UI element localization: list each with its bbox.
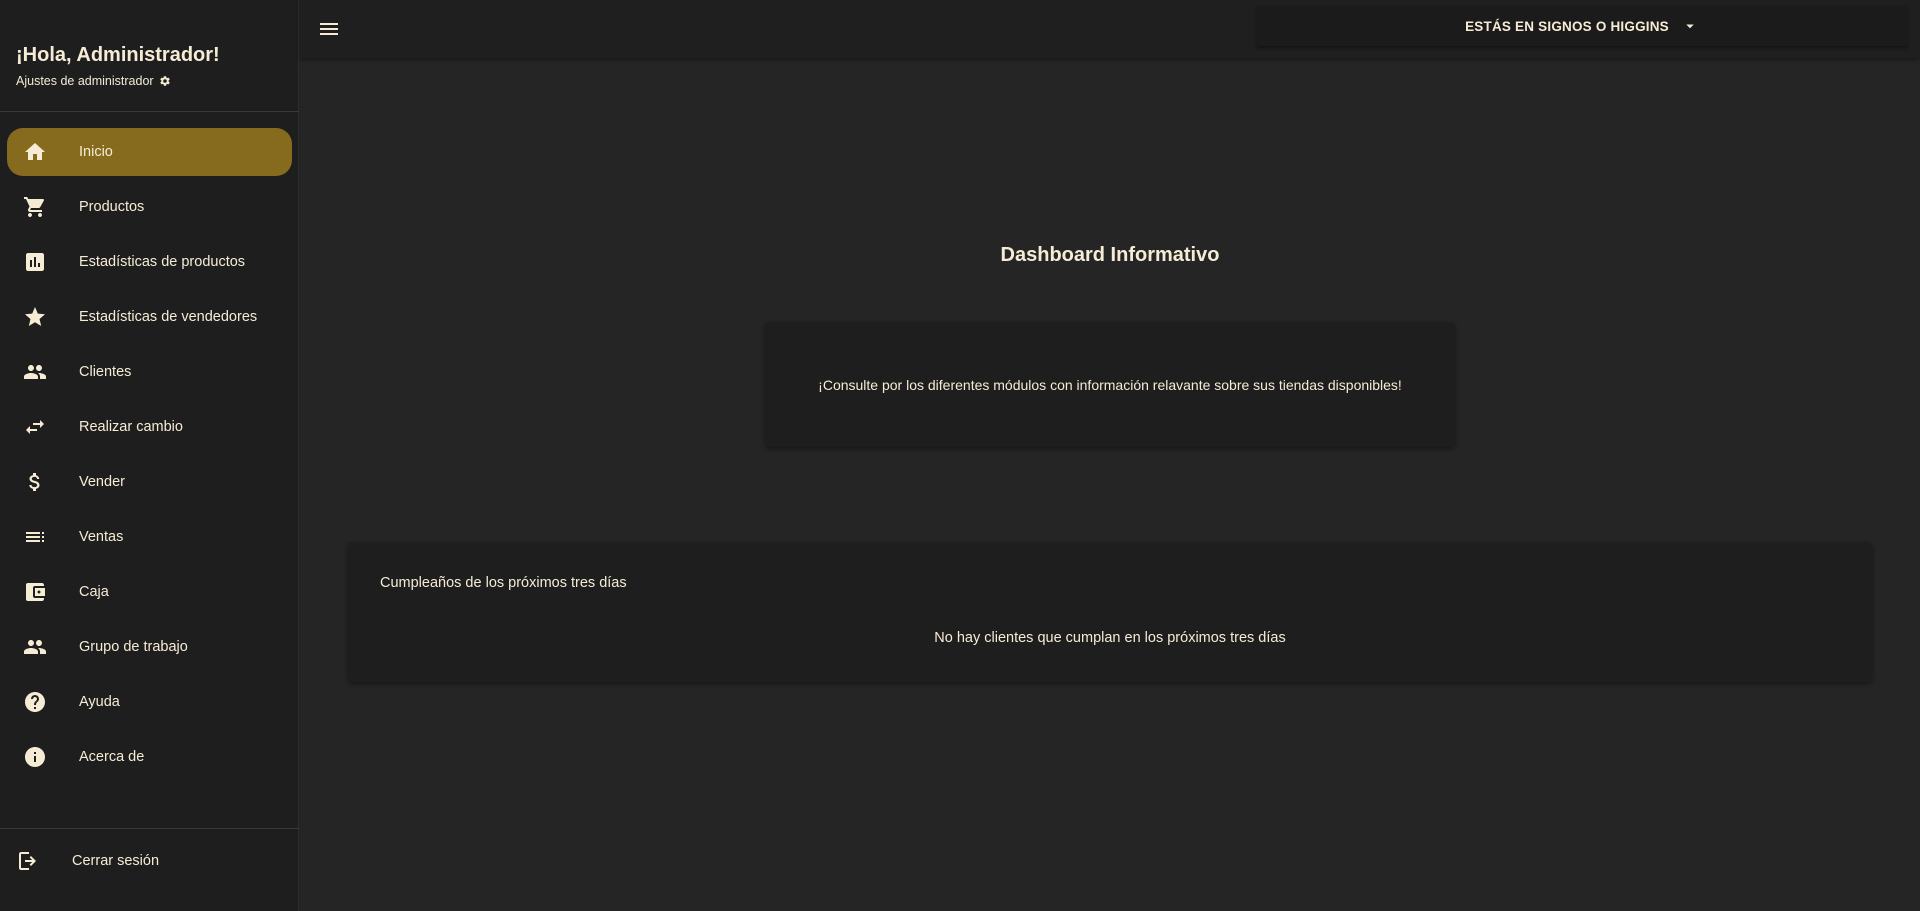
sidebar-item-label: Caja [79,584,109,600]
people-icon [23,360,47,384]
caret-down-icon [1686,24,1694,29]
birthdays-card: Cumpleaños de los próximos tres días No … [348,542,1872,682]
sidebar-bottom-divider [0,828,299,829]
sidebar: ¡Hola, Administrador! Ajustes de adminis… [0,0,299,911]
logout-label: Cerrar sesión [72,853,160,869]
bar-chart-icon [23,250,47,274]
logout-button[interactable]: Cerrar sesión [0,846,299,876]
page-title: Dashboard Informativo [1000,244,1220,266]
sidebar-item-label: Realizar cambio [79,419,183,435]
dollar-icon [23,470,47,494]
sidebar-item-grupo-de-trabajo[interactable]: Grupo de trabajo [7,623,292,671]
sidebar-item-clientes[interactable]: Clientes [7,348,292,396]
sidebar-item-label: Vender [79,474,125,490]
sidebar-item-label: Productos [79,199,145,215]
info-icon [23,745,47,769]
sidebar-item-acerca-de[interactable]: Acerca de [7,733,292,781]
sidebar-item-label: Clientes [79,364,132,380]
sidebar-item-label: Estadísticas de productos [79,254,246,270]
birthdays-title: Cumpleaños de los próximos tres días [380,575,627,591]
info-card-text: ¡Consulte por los diferentes módulos con… [818,376,1402,393]
sidebar-item-estadisticas-vendedores[interactable]: Estadísticas de vendedores [7,293,292,341]
sidebar-item-ventas[interactable]: Ventas [7,513,292,561]
sidebar-item-label: Acerca de [79,749,145,765]
sidebar-item-productos[interactable]: Productos [7,183,292,231]
birthdays-empty-message: No hay clientes que cumplan en los próxi… [934,630,1286,646]
logout-icon [16,849,40,873]
sidebar-item-ayuda[interactable]: Ayuda [7,678,292,726]
sidebar-item-label: Ayuda [79,694,120,710]
admin-settings-link[interactable]: Ajustes de administrador [16,74,171,88]
top-bar: ESTÁS EN SIGNOS O HIGGINS [300,0,1920,58]
sidebar-item-vender[interactable]: Vender [7,458,292,506]
sidebar-divider [0,111,299,112]
sidebar-item-label: Estadísticas de vendedores [79,309,258,325]
swap-icon [23,415,47,439]
info-card: ¡Consulte por los diferentes módulos con… [765,322,1455,447]
store-selector-label: ESTÁS EN SIGNOS O HIGGINS [1465,18,1669,34]
wallet-icon [23,580,47,604]
gear-icon [159,76,170,86]
star-icon [23,305,47,329]
store-selector[interactable]: ESTÁS EN SIGNOS O HIGGINS [1257,6,1907,46]
greeting: ¡Hola, Administrador! [16,44,220,66]
sidebar-item-estadisticas-productos[interactable]: Estadísticas de productos [7,238,292,286]
sidebar-item-label: Ventas [79,529,124,545]
admin-settings-label: Ajustes de administrador [16,74,154,88]
sidebar-item-label: Grupo de trabajo [79,639,188,655]
help-icon [23,690,47,714]
sidebar-nav: Inicio Productos Estadísticas de product… [0,128,299,788]
people-icon [23,635,47,659]
sidebar-item-inicio[interactable]: Inicio [7,128,292,176]
hamburger-icon[interactable] [317,17,341,41]
list-icon [23,525,47,549]
sidebar-item-label: Inicio [79,144,113,160]
cart-icon [23,195,47,219]
home-icon [23,140,47,164]
sidebar-item-realizar-cambio[interactable]: Realizar cambio [7,403,292,451]
sidebar-item-caja[interactable]: Caja [7,568,292,616]
